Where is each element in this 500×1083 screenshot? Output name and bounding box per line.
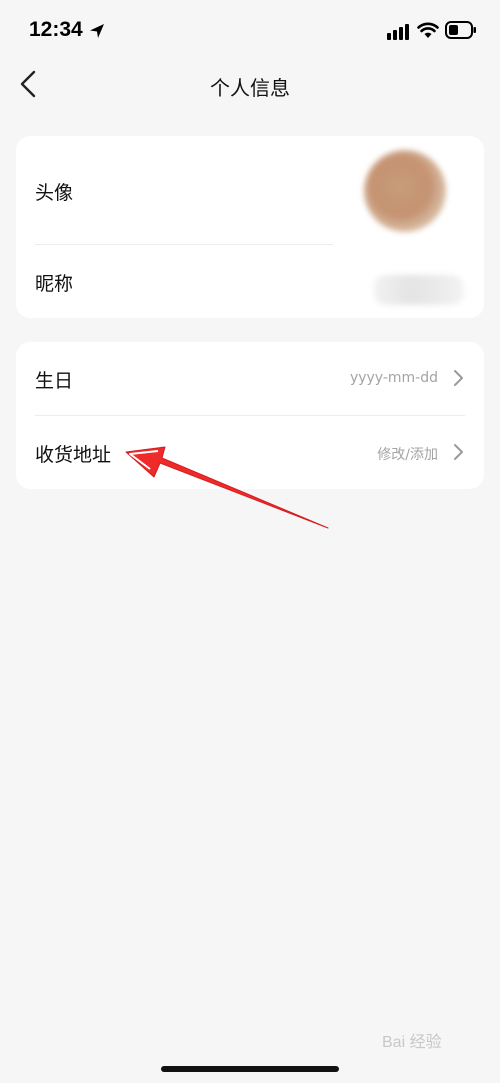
watermark: Bai 经验	[382, 1034, 442, 1051]
home-indicator	[161, 1066, 339, 1072]
annotation-arrow	[125, 446, 329, 529]
